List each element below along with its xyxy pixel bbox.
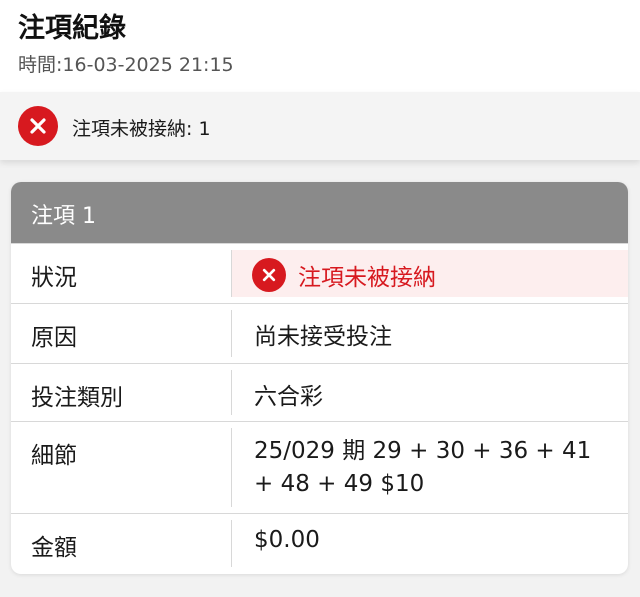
details-line-2: + 48 + 49 $10 [254,471,425,497]
amount-label: 金額 [31,535,77,561]
details-line-1: 25/029 期 29 + 30 + 36 + 41 [254,438,592,464]
timestamp-label: 時間: [18,54,63,76]
rejection-summary-text: 注項未被接納: 1 [72,118,211,140]
bet-detail-card: 注項 1 狀況 注項未被接納 原因 尚未接受投注 投注類別 六合彩 細節 25/… [11,182,628,574]
bet-type-label: 投注類別 [31,385,123,411]
row-bet-type: 投注類別 六合彩 [11,363,628,421]
timestamp-value: 16-03-2025 21:15 [62,54,234,76]
row-amount: 金額 $0.00 [11,513,628,573]
bet-card-title: 注項 1 [11,182,628,243]
error-x-icon [18,106,58,146]
row-details: 細節 25/029 期 29 + 30 + 36 + 41 + 48 + 49 … [11,421,628,513]
status-label: 狀況 [31,265,77,291]
reason-label: 原因 [31,325,77,351]
bet-type-value: 六合彩 [231,370,628,415]
details-value: 25/029 期 29 + 30 + 36 + 41 + 48 + 49 $10 [231,428,628,507]
details-label: 細節 [31,443,77,469]
status-value: 注項未被接納 [298,265,436,291]
page-header: 注項紀錄 時間:16-03-2025 21:15 [0,0,640,92]
amount-value: $0.00 [231,520,628,567]
timestamp: 時間:16-03-2025 21:15 [18,50,234,77]
rejection-summary-banner: 注項未被接納: 1 [0,92,640,160]
error-x-icon [252,258,286,292]
page-title: 注項紀錄 [18,13,126,44]
row-reason: 原因 尚未接受投注 [11,303,628,363]
row-status: 狀況 注項未被接納 [11,243,628,303]
reason-value: 尚未接受投注 [231,310,628,357]
status-value-cell: 注項未被接納 [231,250,628,297]
